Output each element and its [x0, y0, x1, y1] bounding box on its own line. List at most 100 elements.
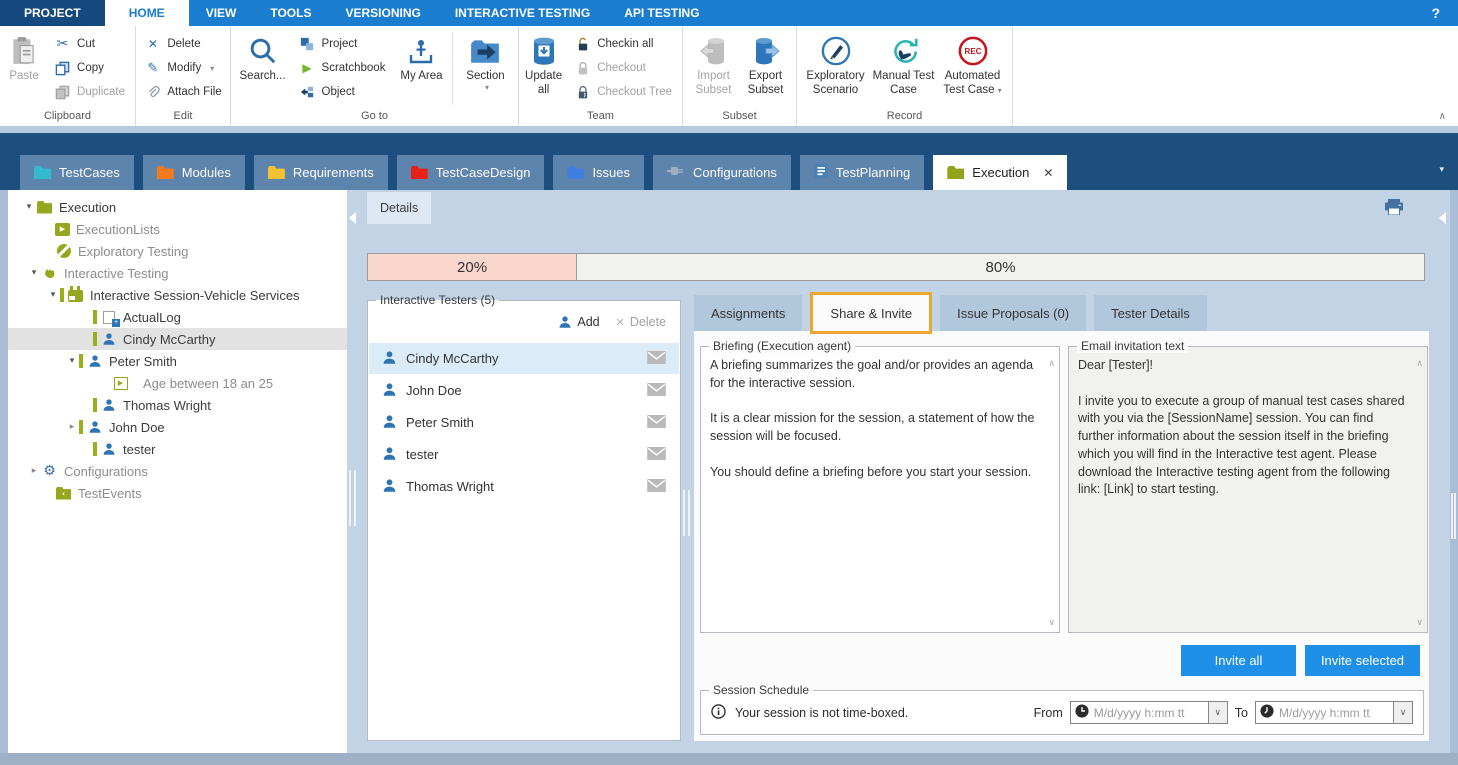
- exploratory-scenario-button[interactable]: Exploratory Scenario: [801, 28, 871, 109]
- scroll-up-icon[interactable]: ∧: [1048, 359, 1055, 369]
- menu-api-testing[interactable]: API TESTING: [607, 0, 716, 26]
- envelope-icon[interactable]: [647, 447, 666, 463]
- print-icon[interactable]: [1384, 199, 1404, 220]
- tree-item-interactive-session[interactable]: ▾ Interactive Session-Vehicle Services: [8, 284, 347, 306]
- tab-testcases[interactable]: TestCases: [20, 155, 134, 190]
- attach-file-button[interactable]: Attach File: [136, 80, 229, 104]
- checkout-button[interactable]: Checkout: [566, 56, 680, 80]
- splitter-handle[interactable]: [1451, 493, 1456, 539]
- duplicate-button[interactable]: Duplicate: [46, 80, 133, 104]
- goto-scratchbook-button[interactable]: ▶ Scratchbook: [291, 56, 394, 80]
- tree-item-execution[interactable]: ▾ Execution: [8, 196, 347, 218]
- from-datetime-picker[interactable]: M/d/yyyy h:mm tt ∨: [1070, 701, 1228, 724]
- dropdown-icon[interactable]: ∨: [1208, 702, 1227, 723]
- tree-item-testevents[interactable]: ‹ TestEvents: [8, 482, 347, 504]
- import-subset-button[interactable]: Import Subset: [688, 28, 740, 109]
- tree-item-thomas-wright[interactable]: Thomas Wright: [8, 394, 347, 416]
- menu-home[interactable]: HOME: [105, 0, 189, 26]
- section-button[interactable]: Section ▾: [456, 28, 514, 109]
- envelope-icon[interactable]: [647, 351, 666, 367]
- tester-row-tester[interactable]: tester: [369, 439, 679, 470]
- tree-item-age-between[interactable]: ▶ Age between 18 an 25: [8, 372, 347, 394]
- collapse-right-panel-icon[interactable]: [1439, 212, 1446, 224]
- menu-interactive-testing[interactable]: INTERACTIVE TESTING: [438, 0, 607, 26]
- tab-issues[interactable]: Issues: [553, 155, 644, 190]
- tree-item-peter-smith[interactable]: ▾ Peter Smith: [8, 350, 347, 372]
- tab-configurations[interactable]: Configurations: [653, 155, 791, 190]
- search-button[interactable]: Search...: [235, 28, 291, 109]
- tab-modules[interactable]: Modules: [143, 155, 245, 190]
- scroll-down-icon[interactable]: ∨: [1048, 618, 1055, 628]
- email-invitation-textarea[interactable]: Dear [Tester]! I invite you to execute a…: [1071, 355, 1407, 630]
- checkin-all-button[interactable]: Checkin all: [566, 32, 680, 56]
- scroll-up-icon[interactable]: ∧: [1416, 359, 1423, 369]
- copy-button[interactable]: Copy: [46, 56, 133, 80]
- tester-row-thomas-wright[interactable]: Thomas Wright: [369, 471, 679, 502]
- collapse-ribbon-icon[interactable]: ∧: [1439, 111, 1446, 122]
- dropdown-icon[interactable]: ∨: [1393, 702, 1412, 723]
- tab-tester-details[interactable]: Tester Details: [1094, 295, 1207, 331]
- splitter-handle[interactable]: [683, 490, 690, 536]
- tab-assignments[interactable]: Assignments: [694, 295, 802, 331]
- tree-item-interactive-testing[interactable]: ▾ Interactive Testing: [8, 262, 347, 284]
- expander-expanded-icon[interactable]: ▾: [22, 202, 36, 212]
- expander-collapsed-icon[interactable]: ▸: [27, 466, 41, 476]
- delete-label: Delete: [167, 38, 200, 50]
- invite-all-button[interactable]: Invite all: [1181, 645, 1296, 676]
- envelope-icon[interactable]: [647, 415, 666, 431]
- add-tester-button[interactable]: Add: [558, 315, 599, 329]
- cut-button[interactable]: ✂ Cut: [46, 32, 133, 56]
- manual-test-case-button[interactable]: Manual Test Case: [871, 28, 937, 109]
- menu-project[interactable]: PROJECT: [0, 0, 105, 26]
- folder-icon: [947, 166, 964, 179]
- splitter-handle[interactable]: [349, 470, 356, 526]
- tester-row-peter-smith[interactable]: Peter Smith: [369, 407, 679, 438]
- record-group-label: Record: [799, 109, 1010, 126]
- tree-item-tester[interactable]: tester: [8, 438, 347, 460]
- to-datetime-picker[interactable]: M/d/yyyy h:mm tt ∨: [1255, 701, 1413, 724]
- automated-test-case-button[interactable]: REC Automated Test Case▾: [937, 28, 1009, 109]
- export-subset-button[interactable]: Export Subset: [740, 28, 792, 109]
- delete-tester-button[interactable]: ✕ Delete: [616, 315, 666, 329]
- expander-expanded-icon[interactable]: ▾: [27, 268, 41, 278]
- tab-testcasedesign[interactable]: TestCaseDesign: [397, 155, 545, 190]
- close-icon[interactable]: ✕: [1043, 166, 1053, 180]
- goto-project-button[interactable]: Project: [291, 32, 394, 56]
- checkout-tree-button[interactable]: Checkout Tree: [566, 80, 680, 104]
- tab-execution[interactable]: Execution ✕: [933, 155, 1067, 190]
- tester-row-john-doe[interactable]: John Doe: [369, 375, 679, 406]
- collapse-left-panel-icon[interactable]: [349, 212, 356, 224]
- scroll-down-icon[interactable]: ∨: [1416, 618, 1423, 628]
- envelope-icon[interactable]: [647, 479, 666, 495]
- update-all-button[interactable]: Update all: [521, 28, 566, 109]
- help-icon[interactable]: ?: [1413, 0, 1458, 26]
- tester-row-cindy-mccarthy[interactable]: Cindy McCarthy: [369, 343, 679, 374]
- expander-expanded-icon[interactable]: ▾: [65, 356, 79, 366]
- tree-item-exploratory-testing[interactable]: Exploratory Testing: [8, 240, 347, 262]
- my-area-label: My Area: [400, 69, 442, 83]
- tree-item-actuallog[interactable]: + ActualLog: [8, 306, 347, 328]
- my-area-button[interactable]: My Area: [393, 28, 449, 109]
- tab-issue-proposals[interactable]: Issue Proposals (0): [940, 295, 1086, 331]
- tree-item-cindy-mccarthy[interactable]: Cindy McCarthy: [8, 328, 347, 350]
- envelope-icon[interactable]: [647, 383, 666, 399]
- menu-view[interactable]: VIEW: [189, 0, 254, 26]
- tree-item-executionlists[interactable]: ▶ ExecutionLists: [8, 218, 347, 240]
- modify-button[interactable]: ✎ Modify ▾: [136, 56, 229, 80]
- tab-testplanning[interactable]: TestPlanning: [800, 155, 924, 190]
- tree-item-john-doe[interactable]: ▸ John Doe: [8, 416, 347, 438]
- goto-object-button[interactable]: Object: [291, 80, 394, 104]
- tab-requirements[interactable]: Requirements: [254, 155, 388, 190]
- tree-item-configurations[interactable]: ▸ ⚙ Configurations: [8, 460, 347, 482]
- expander-collapsed-icon[interactable]: ▸: [65, 422, 79, 432]
- tab-overflow-icon[interactable]: ▾: [1439, 165, 1444, 175]
- tab-share-invite[interactable]: Share & Invite: [810, 292, 932, 334]
- menu-tools[interactable]: TOOLS: [253, 0, 328, 26]
- tab-details[interactable]: Details: [367, 192, 431, 224]
- delete-button[interactable]: ✕ Delete: [136, 32, 229, 56]
- briefing-textarea[interactable]: A briefing summarizes the goal and/or pr…: [703, 355, 1039, 630]
- invite-selected-button[interactable]: Invite selected: [1305, 645, 1420, 676]
- paste-button[interactable]: Paste: [2, 28, 46, 109]
- expander-expanded-icon[interactable]: ▾: [46, 290, 60, 300]
- menu-versioning[interactable]: VERSIONING: [328, 0, 437, 26]
